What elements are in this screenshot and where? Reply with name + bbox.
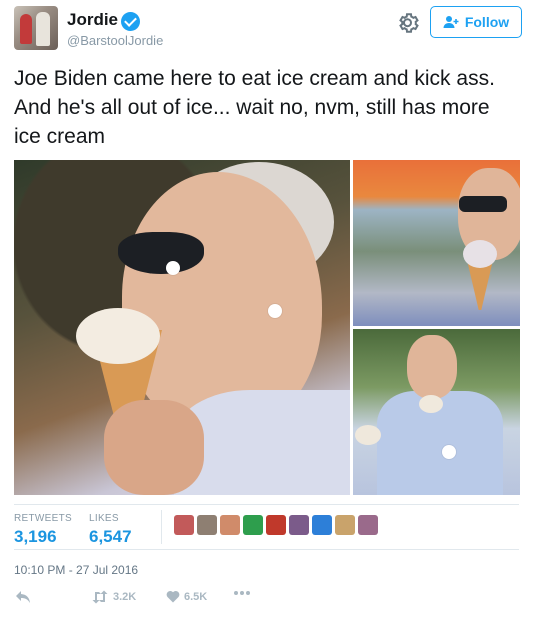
liker-avatar[interactable] xyxy=(358,515,378,535)
follow-button-label: Follow xyxy=(464,14,510,30)
photo-bottom-right[interactable] xyxy=(353,329,520,495)
follow-button[interactable]: Follow xyxy=(430,6,522,38)
more-dots-icon xyxy=(234,591,250,595)
photo-detail xyxy=(407,335,457,399)
photo-detail xyxy=(104,400,204,495)
liker-avatar[interactable] xyxy=(335,515,355,535)
retweets-label: RETWEETS xyxy=(14,513,72,524)
photo-detail xyxy=(459,196,507,212)
avatar-figure xyxy=(20,14,32,44)
reply-button[interactable] xyxy=(15,590,31,604)
gear-icon[interactable] xyxy=(397,11,421,35)
media-tag-dot xyxy=(166,261,180,275)
photo-detail xyxy=(355,425,381,445)
tweet-media[interactable] xyxy=(14,160,520,495)
divider xyxy=(14,504,519,505)
tweet-text: Joe Biden came here to eat ice cream and… xyxy=(14,67,495,148)
like-count-small: 6.5K xyxy=(184,590,208,603)
media-tag-dot xyxy=(268,304,282,318)
like-button[interactable]: 6.5K xyxy=(166,590,207,603)
retweet-button[interactable]: 3.2K xyxy=(91,590,136,604)
liker-avatar[interactable] xyxy=(220,515,240,535)
heart-icon xyxy=(166,591,180,603)
photo-detail xyxy=(118,232,204,274)
liker-avatars xyxy=(174,515,378,535)
divider xyxy=(161,510,162,544)
user-handle[interactable]: @BarstoolJordie xyxy=(67,33,163,48)
tweet-timestamp[interactable]: 10:10 PM - 27 Jul 2016 xyxy=(14,563,138,577)
likes-label: LIKES xyxy=(89,513,119,524)
photo-main[interactable] xyxy=(14,160,350,495)
reply-icon xyxy=(16,591,30,603)
avatar-figure xyxy=(36,12,50,46)
retweets-count[interactable]: 3,196 xyxy=(14,527,57,547)
likes-count[interactable]: 6,547 xyxy=(89,527,132,547)
more-button[interactable] xyxy=(233,590,251,596)
liker-avatar[interactable] xyxy=(312,515,332,535)
verified-badge-icon xyxy=(121,12,140,31)
retweet-icon xyxy=(92,590,108,604)
liker-avatar[interactable] xyxy=(197,515,217,535)
liker-avatar[interactable] xyxy=(289,515,309,535)
liker-avatar[interactable] xyxy=(243,515,263,535)
avatar[interactable] xyxy=(14,6,58,50)
retweet-count-small: 3.2K xyxy=(113,591,137,603)
photo-detail xyxy=(419,395,443,413)
media-tag-dot xyxy=(442,445,456,459)
photo-top-right[interactable] xyxy=(353,160,520,326)
liker-avatar[interactable] xyxy=(174,515,194,535)
photo-detail xyxy=(76,308,160,364)
add-user-icon xyxy=(443,16,459,28)
photo-detail xyxy=(463,240,497,268)
divider xyxy=(14,549,519,550)
display-name[interactable]: Jordie xyxy=(67,10,118,30)
liker-avatar[interactable] xyxy=(266,515,286,535)
